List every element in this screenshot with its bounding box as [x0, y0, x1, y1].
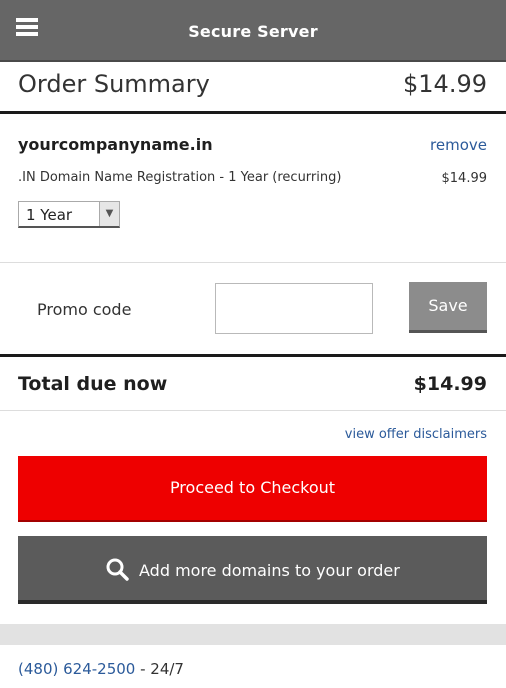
item-divider [0, 262, 506, 263]
save-promo-button[interactable]: Save [409, 282, 487, 333]
promo-code-input[interactable] [215, 283, 373, 334]
support-contact: (480) 624-2500 - 24/7 [18, 660, 184, 678]
support-hours: - 24/7 [135, 660, 184, 678]
add-more-domains-button[interactable]: Add more domains to your order [18, 536, 487, 604]
total-due-label: Total due now [18, 373, 168, 395]
order-summary-total: $14.99 [403, 70, 487, 98]
term-select[interactable]: 1 Year ▼ [18, 201, 120, 228]
total-due-amount: $14.99 [413, 373, 487, 395]
support-phone-link[interactable]: (480) 624-2500 [18, 660, 135, 678]
promo-code-label: Promo code [37, 300, 132, 319]
add-more-domains-label: Add more domains to your order [139, 561, 400, 580]
offer-disclaimers-link[interactable]: view offer disclaimers [345, 427, 487, 442]
search-icon [106, 558, 129, 581]
chevron-down-icon: ▼ [99, 202, 119, 226]
section-separator [0, 624, 506, 645]
proceed-to-checkout-button[interactable]: Proceed to Checkout [18, 456, 487, 522]
cart-item-price: $14.99 [441, 171, 488, 186]
cart-item-domain: yourcompanyname.in [18, 135, 213, 154]
page-header-title: Secure Server [188, 22, 318, 41]
cart-item-description: .IN Domain Name Registration - 1 Year (r… [18, 170, 342, 185]
order-summary-title: Order Summary [18, 70, 210, 98]
total-divider [0, 354, 506, 357]
term-select-value: 1 Year [26, 206, 73, 224]
total-bottom-divider [0, 410, 506, 411]
summary-divider [0, 111, 506, 114]
remove-link[interactable]: remove [430, 136, 487, 154]
top-bar: Secure Server [0, 0, 506, 62]
